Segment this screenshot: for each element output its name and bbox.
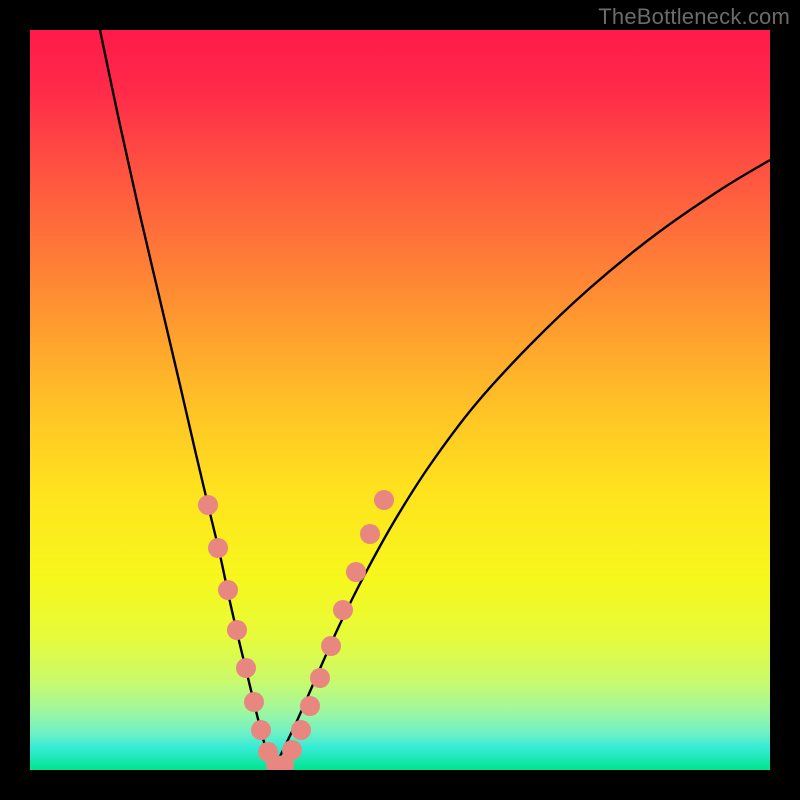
highlight-dot bbox=[227, 620, 247, 640]
curve-right-branch bbox=[272, 160, 770, 767]
curve-left-branch bbox=[100, 30, 272, 767]
highlight-dot bbox=[300, 696, 320, 716]
highlight-dot bbox=[321, 636, 341, 656]
highlight-dot bbox=[374, 490, 394, 510]
curve-layer bbox=[30, 30, 770, 770]
outer-black-frame: TheBottleneck.com bbox=[0, 0, 800, 800]
highlight-dot bbox=[236, 658, 256, 678]
highlight-dot bbox=[251, 720, 271, 740]
plot-area bbox=[30, 30, 770, 770]
highlight-dot bbox=[360, 524, 380, 544]
highlight-dot bbox=[198, 495, 218, 515]
highlight-dot bbox=[333, 600, 353, 620]
highlight-dot bbox=[310, 668, 330, 688]
highlight-dot bbox=[282, 740, 302, 760]
highlight-dot bbox=[218, 580, 238, 600]
highlight-dot bbox=[244, 692, 264, 712]
highlight-dot bbox=[208, 538, 228, 558]
highlight-dots-group bbox=[198, 490, 394, 770]
highlight-dot bbox=[346, 562, 366, 582]
highlight-dot bbox=[291, 720, 311, 740]
watermark-text: TheBottleneck.com bbox=[598, 4, 790, 30]
